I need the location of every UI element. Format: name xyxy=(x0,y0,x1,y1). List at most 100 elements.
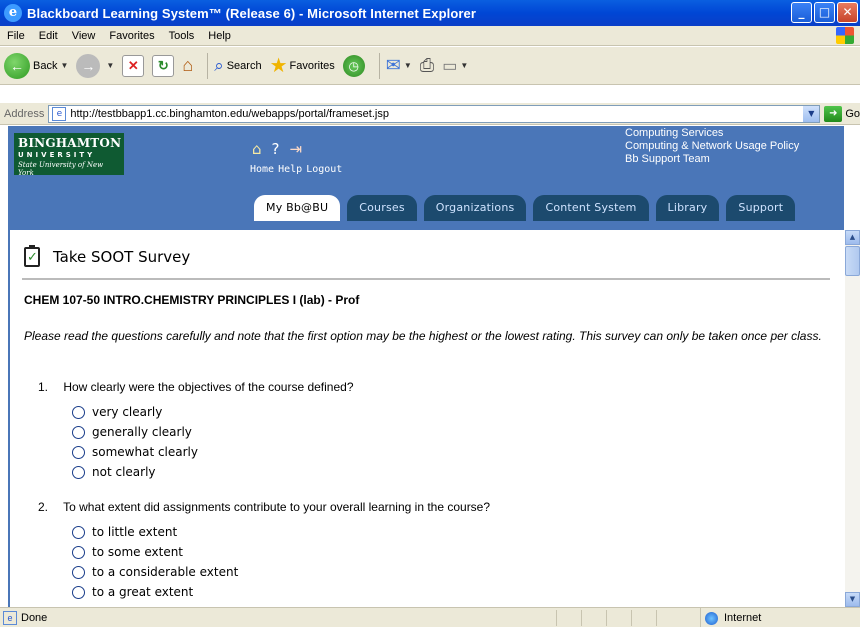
help-nav-icon[interactable]: ? xyxy=(272,140,280,158)
home-button[interactable]: ⌂ xyxy=(182,55,193,76)
status-pane xyxy=(606,610,631,626)
security-zone: Internet xyxy=(700,608,860,627)
mail-button[interactable]: ✉ ▼ xyxy=(386,55,412,76)
option-row[interactable]: to a considerable extent xyxy=(72,562,238,582)
option-row[interactable]: to some extent xyxy=(72,542,238,562)
edit-button[interactable]: ▭ ▼ xyxy=(442,56,468,76)
back-button[interactable]: ← Back ▼ xyxy=(4,52,68,79)
usage-policy-link[interactable]: Computing & Network Usage Policy xyxy=(625,140,799,153)
tab-library[interactable]: Library xyxy=(655,195,720,221)
question-text: How clearly were the objectives of the c… xyxy=(63,380,354,394)
help-link[interactable]: Help xyxy=(278,164,302,175)
computing-services-link[interactable]: Computing Services xyxy=(625,127,799,140)
option-label[interactable]: to little extent xyxy=(92,525,177,539)
close-button[interactable]: ✕ xyxy=(837,2,858,23)
tab-content-system[interactable]: Content System xyxy=(533,195,649,221)
tab-my-bb[interactable]: My Bb@BU xyxy=(254,195,341,221)
edit-dropdown-icon[interactable]: ▼ xyxy=(460,61,468,70)
favorites-button[interactable]: ★ Favorites xyxy=(270,53,335,78)
logout-link[interactable]: Logout xyxy=(306,164,342,175)
refresh-button[interactable]: ↻ xyxy=(152,54,175,77)
radio-button[interactable] xyxy=(72,465,85,479)
option-label[interactable]: to a great extent xyxy=(92,585,193,599)
window-titlebar: e Blackboard Learning System™ (Release 6… xyxy=(0,0,860,26)
question-number: 1. xyxy=(38,380,49,394)
binghamton-logo[interactable]: BINGHAMTON UNIVERSITY State University o… xyxy=(14,133,124,177)
question-number: 2. xyxy=(38,500,49,514)
header-links: Computing Services Computing & Network U… xyxy=(625,127,799,166)
option-row[interactable]: to little extent xyxy=(72,522,238,542)
scroll-down-icon[interactable]: ▼ xyxy=(845,592,860,607)
history-button[interactable]: ◷ xyxy=(342,54,365,77)
scroll-thumb[interactable] xyxy=(845,246,860,276)
edit-icon: ▭ xyxy=(442,57,458,75)
forward-button[interactable]: → ▼ xyxy=(76,53,114,78)
header-nav-icons: ⌂ ? ⇥ xyxy=(252,140,302,158)
go-arrow-icon[interactable]: ➜ xyxy=(824,105,843,122)
option-label[interactable]: not clearly xyxy=(92,465,156,479)
maximize-button[interactable]: □ xyxy=(814,2,835,23)
scroll-up-icon[interactable]: ▲ xyxy=(845,230,860,245)
survey-header: ✓ Take SOOT Survey xyxy=(24,245,190,267)
radio-button[interactable] xyxy=(72,585,85,599)
toolbar-separator xyxy=(207,52,209,79)
back-label: Back xyxy=(33,59,58,72)
status-bar: e Done Internet xyxy=(0,607,860,627)
address-field[interactable]: e http://testbbapp1.cc.binghamton.edu/we… xyxy=(48,104,821,123)
refresh-icon: ↻ xyxy=(152,54,175,77)
menu-edit[interactable]: Edit xyxy=(32,30,65,42)
menu-view[interactable]: View xyxy=(65,30,103,42)
option-label[interactable]: somewhat clearly xyxy=(92,445,198,459)
option-label[interactable]: to some extent xyxy=(92,545,183,559)
minimize-button[interactable]: _ xyxy=(791,2,812,23)
survey-instructions: Please read the questions carefully and … xyxy=(24,329,822,343)
menu-help[interactable]: Help xyxy=(201,30,238,42)
radio-button[interactable] xyxy=(72,445,85,459)
internet-explorer-icon: e xyxy=(4,4,22,22)
option-row[interactable]: somewhat clearly xyxy=(72,442,198,462)
logout-nav-icon[interactable]: ⇥ xyxy=(290,140,303,158)
mail-dropdown-icon[interactable]: ▼ xyxy=(404,61,412,70)
tab-organizations[interactable]: Organizations xyxy=(423,195,527,221)
menu-favorites[interactable]: Favorites xyxy=(102,30,161,42)
option-label[interactable]: very clearly xyxy=(92,405,162,419)
radio-button[interactable] xyxy=(72,425,85,439)
support-team-link[interactable]: Bb Support Team xyxy=(625,153,799,166)
home-icon: ⌂ xyxy=(182,55,194,75)
go-button[interactable]: Go xyxy=(845,108,860,120)
radio-button[interactable] xyxy=(72,545,85,559)
option-label[interactable]: generally clearly xyxy=(92,425,192,439)
status-pane xyxy=(556,610,581,626)
address-url[interactable]: http://testbbapp1.cc.binghamton.edu/weba… xyxy=(70,108,803,120)
stop-button[interactable]: ✕ xyxy=(122,54,145,77)
forward-dropdown-icon[interactable]: ▼ xyxy=(106,61,114,70)
tab-courses[interactable]: Courses xyxy=(347,195,417,221)
tab-support[interactable]: Support xyxy=(726,195,796,221)
internet-globe-icon xyxy=(705,611,718,625)
menu-tools[interactable]: Tools xyxy=(162,30,202,42)
stop-icon: ✕ xyxy=(122,54,145,77)
vertical-scrollbar[interactable]: ▲ ▼ xyxy=(845,230,860,607)
favorites-label: Favorites xyxy=(289,59,335,72)
option-label[interactable]: to a considerable extent xyxy=(92,565,238,579)
zone-label: Internet xyxy=(724,612,762,624)
header-nav-labels: Home Help Logout xyxy=(250,164,342,175)
menu-file[interactable]: File xyxy=(0,30,32,42)
search-button[interactable]: ⌕ Search xyxy=(214,56,261,76)
home-nav-icon[interactable]: ⌂ xyxy=(252,140,262,158)
radio-button[interactable] xyxy=(72,525,85,539)
radio-button[interactable] xyxy=(72,405,85,419)
page-icon: e xyxy=(52,106,67,121)
print-button[interactable]: ⎙ xyxy=(420,55,434,76)
home-link[interactable]: Home xyxy=(250,164,274,175)
option-row[interactable]: very clearly xyxy=(72,402,198,422)
option-row[interactable]: generally clearly xyxy=(72,422,198,442)
question-1-options: very clearly generally clearly somewhat … xyxy=(72,402,198,482)
course-title: CHEM 107-50 INTRO.CHEMISTRY PRINCIPLES I… xyxy=(24,293,360,307)
menu-bar: File Edit View Favorites Tools Help xyxy=(0,26,860,46)
option-row[interactable]: not clearly xyxy=(72,462,198,482)
option-row[interactable]: to a great extent xyxy=(72,582,238,602)
address-dropdown-icon[interactable]: ▼ xyxy=(803,105,820,122)
back-dropdown-icon[interactable]: ▼ xyxy=(60,61,68,70)
radio-button[interactable] xyxy=(72,565,85,579)
